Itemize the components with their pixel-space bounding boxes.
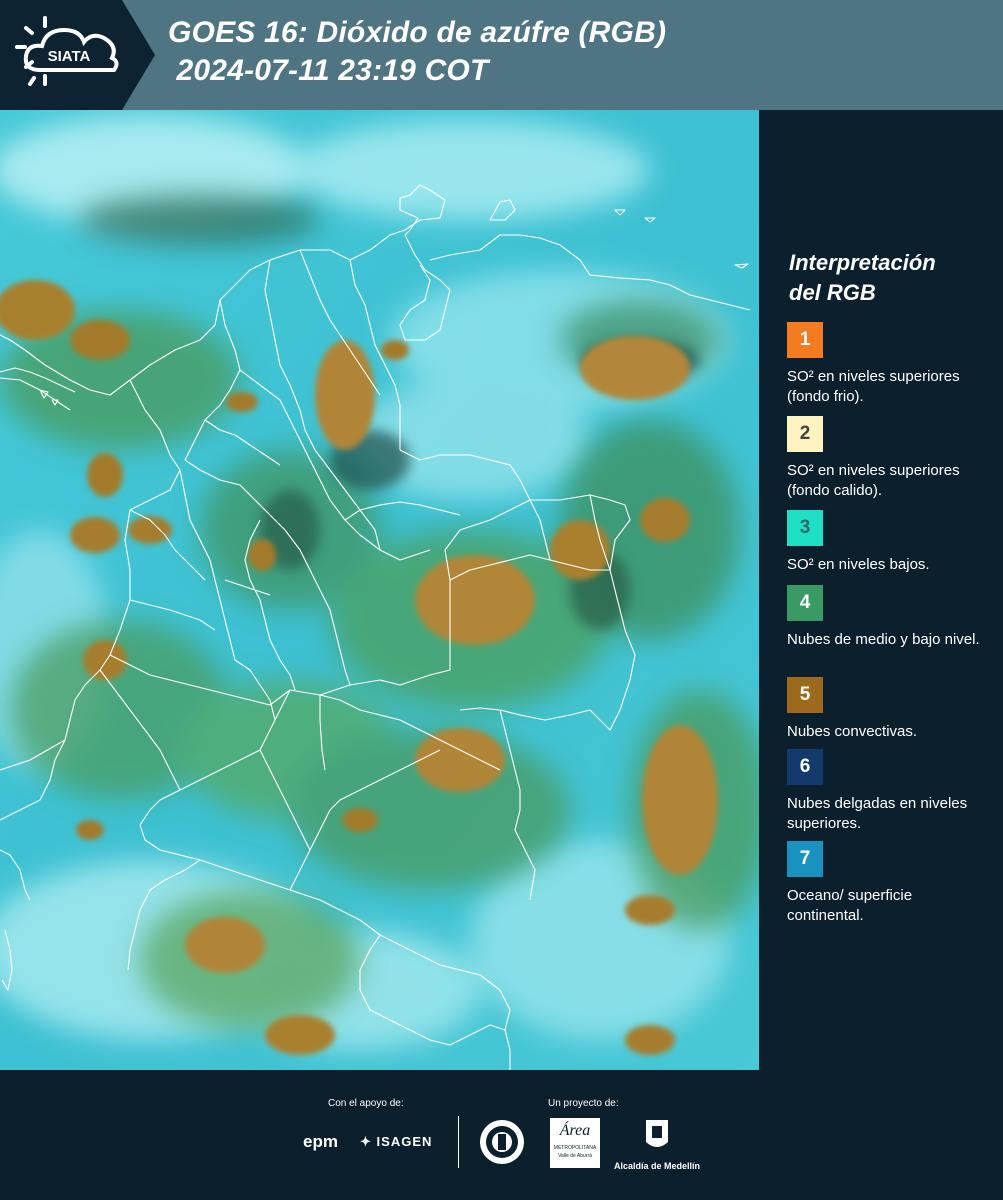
title-line-1: GOES 16: Dióxido de azúfre (RGB) (168, 16, 667, 49)
title-line-2: 2024-07-11 23:19 COT (168, 54, 489, 87)
isagen-logo-text: ISAGEN (376, 1134, 433, 1149)
legend-item-label: SO² en niveles superiores (fondo calido)… (787, 462, 960, 499)
legend-item-label: SO² en niveles superiores (fondo frio). (787, 368, 960, 405)
legend-item-3: 3 SO² en niveles bajos. (787, 510, 992, 575)
legend-swatch-number: 5 (799, 684, 811, 705)
header-bar: SIATA GOES 16: Dióxido de azúfre (RGB) 2… (0, 0, 1003, 110)
legend-title-line-1: Interpretación (789, 250, 936, 275)
medellin-seal-logo (478, 1118, 526, 1171)
area-logo-sub1: METROPOLITANA (553, 1145, 597, 1151)
support-label: Con el apoyo de: (328, 1098, 404, 1109)
area-logo-text: Área (559, 1122, 591, 1139)
legend-item-label: Nubes delgadas en niveles superiores. (787, 795, 968, 832)
alcaldia-shield-icon (646, 1120, 668, 1147)
siata-logo-text: SIATA (48, 48, 91, 65)
footer-divider (458, 1116, 459, 1168)
legend-item-label: Nubes de medio y bajo nivel. (787, 631, 980, 648)
legend-swatch: 3 (787, 510, 823, 546)
legend-panel: Interpretación del RGB 1 SO² en niveles … (759, 110, 1003, 1070)
legend-item-2: 2 SO² en niveles superiores (fondo calid… (787, 416, 992, 501)
area-logo-sub2: Valle de Aburrá (558, 1153, 592, 1159)
legend-item-label: Nubes convectivas. (787, 723, 918, 740)
siata-logo: SIATA (0, 0, 155, 110)
legend-item-4: 4 Nubes de medio y bajo nivel. (787, 585, 992, 650)
legend-swatch: 5 (787, 677, 823, 713)
legend-item-6: 6 Nubes delgadas en niveles superiores. (787, 749, 992, 834)
legend-item-label: Oceano/ superficie continental. (787, 887, 913, 924)
page-title: GOES 16: Dióxido de azúfre (RGB) 2024-07… (168, 14, 666, 90)
legend-swatch-number: 1 (799, 329, 811, 350)
legend-swatch: 6 (787, 749, 823, 785)
legend-swatch-number: 7 (799, 848, 811, 869)
legend-swatch: 2 (787, 416, 823, 452)
epm-logo-text: epm (303, 1132, 338, 1151)
legend-swatch-number: 2 (799, 423, 811, 444)
legend-swatch: 1 (787, 322, 823, 358)
legend-swatch: 4 (787, 585, 823, 621)
satellite-map (0, 110, 759, 1070)
legend-item-7: 7 Oceano/ superficie continental. (787, 841, 992, 926)
legend-title: Interpretación del RGB (789, 248, 936, 308)
project-label: Un proyecto de: (548, 1098, 619, 1109)
legend-swatch: 7 (787, 841, 823, 877)
alcaldia-logo-text: Alcaldía de Medellín (613, 1161, 701, 1171)
isagen-logo: ✦ ISAGEN (360, 1134, 432, 1150)
legend-swatch-number: 4 (799, 592, 811, 613)
legend-swatch-number: 3 (799, 517, 811, 538)
isagen-icon: ✦ (360, 1134, 372, 1149)
epm-logo: epm (303, 1132, 338, 1152)
footer: Con el apoyo de: Un proyecto de: epm ✦ I… (0, 1070, 1003, 1200)
alcaldia-medellin-logo: Alcaldía de Medellín (612, 1118, 702, 1171)
legend-swatch-number: 6 (799, 756, 811, 777)
area-metropolitana-logo: Área METROPOLITANA Valle de Aburrá (550, 1118, 600, 1168)
legend-title-line-2: del RGB (789, 280, 876, 305)
legend-item-5: 5 Nubes convectivas. (787, 677, 992, 742)
legend-item-1: 1 SO² en niveles superiores (fondo frio)… (787, 322, 992, 407)
legend-item-label: SO² en niveles bajos. (787, 556, 930, 573)
